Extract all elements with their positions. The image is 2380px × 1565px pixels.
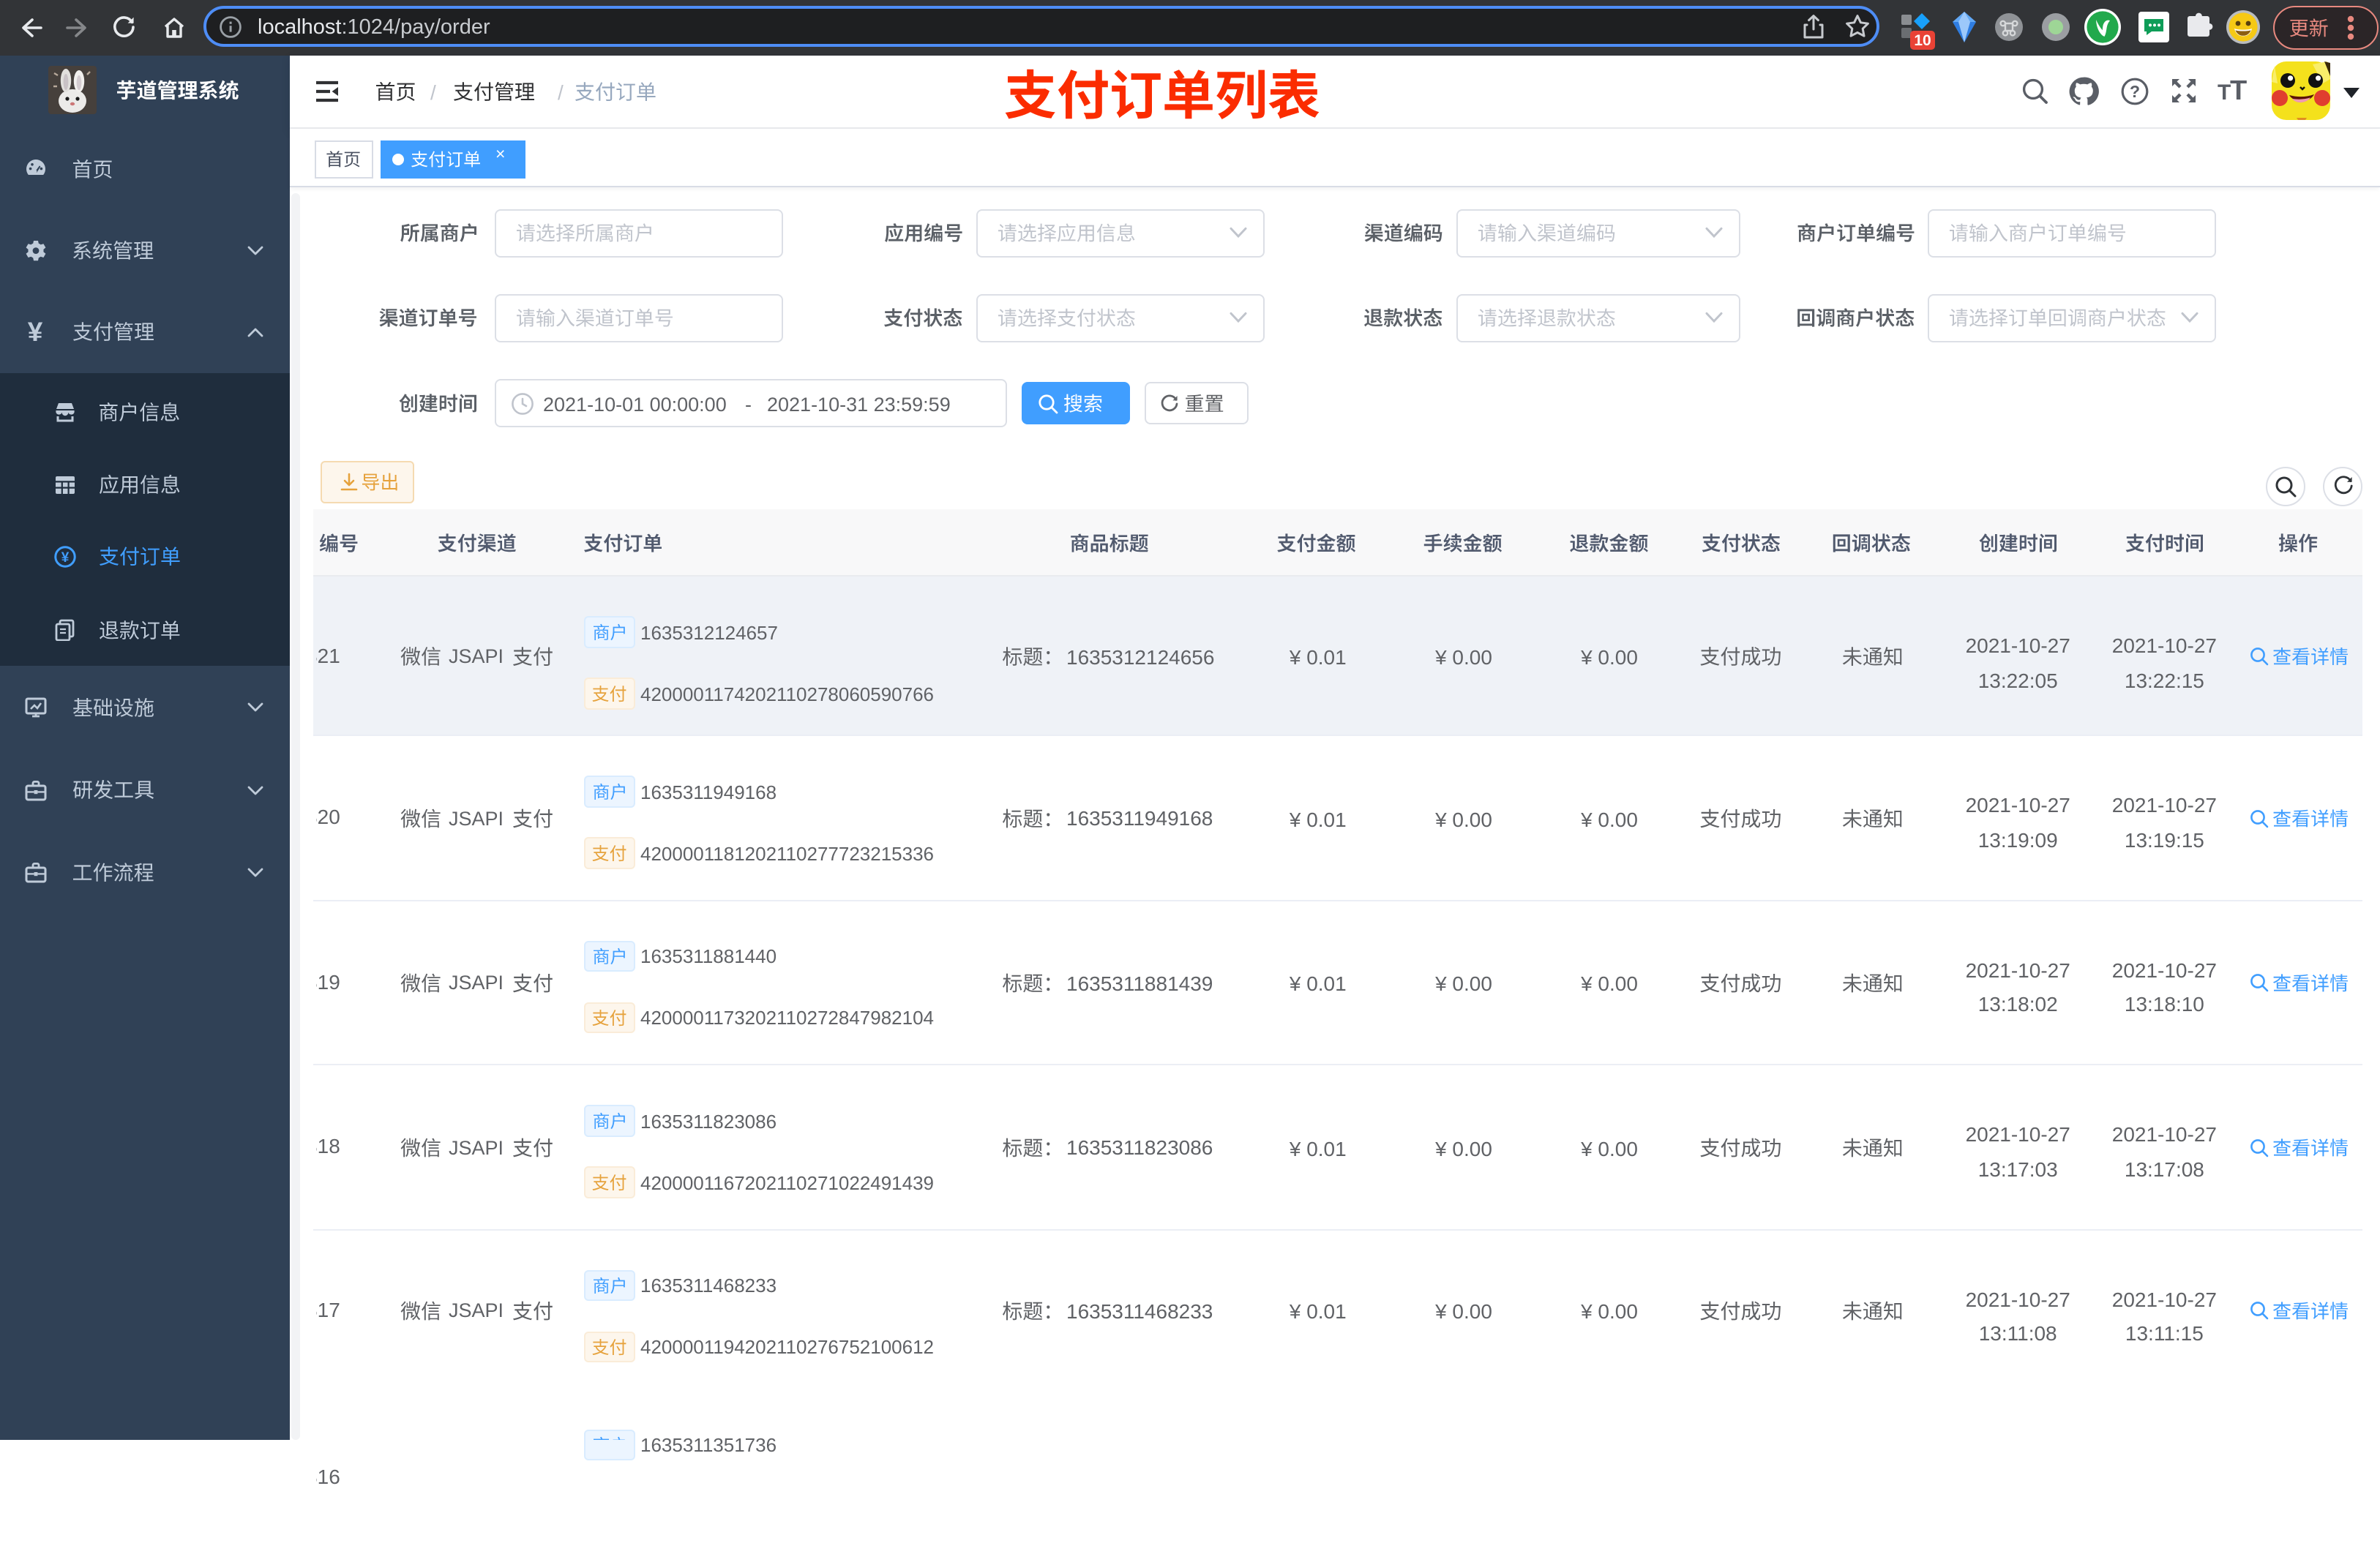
svg-text:T: T [2218, 80, 2231, 104]
svg-text:10: 10 [1914, 32, 1931, 49]
svg-text:¥: ¥ [61, 549, 70, 565]
svg-text:?: ? [2130, 82, 2140, 101]
svg-text:T: T [2230, 80, 2247, 104]
svg-text:¥: ¥ [28, 318, 43, 345]
